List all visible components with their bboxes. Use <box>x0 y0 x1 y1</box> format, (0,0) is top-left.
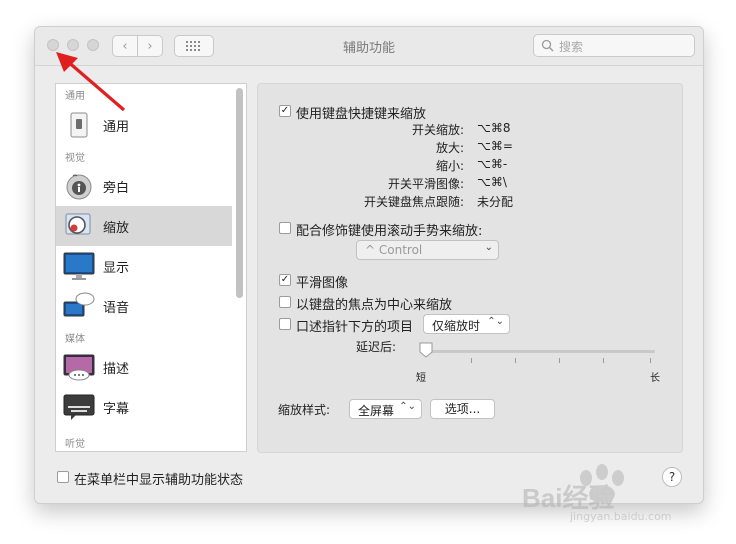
shortcut-toggle-zoom-value: ⌥⌘8 <box>477 121 511 135</box>
search-placeholder: 搜索 <box>559 40 584 54</box>
sidebar-item-label: 缩放 <box>103 221 130 236</box>
sidebar-item-label: 描述 <box>103 362 130 377</box>
speak-items-label: 口述指针下方的项目 <box>296 320 414 335</box>
delay-short-label: 短 <box>416 373 426 384</box>
sidebar-item-label: 旁白 <box>103 181 130 196</box>
show-status-label: 在菜单栏中显示辅助功能状态 <box>74 473 244 488</box>
options-button[interactable]: 选项... <box>430 399 495 419</box>
sidebar-item-voiceover[interactable]: 旁白 <box>56 166 232 206</box>
sidebar-item-label: 显示 <box>103 261 130 276</box>
smooth-images-checkbox[interactable]: ✓ <box>279 274 291 286</box>
updown-arrows-icon: ⌃⌄ <box>487 316 504 327</box>
sidebar-item-display[interactable]: 显示 <box>56 246 232 286</box>
zoom-icon <box>65 213 91 235</box>
title-bar: ‹ › 辅助功能 搜索 <box>35 27 703 66</box>
annotation-arrow-icon <box>56 52 126 112</box>
sidebar-item-speech[interactable]: 语音 <box>56 286 232 326</box>
sidebar-item-label: 语音 <box>103 301 130 316</box>
keyboard-shortcuts-checkbox[interactable]: ✓ <box>279 105 291 117</box>
keyboard-shortcuts-label: 使用键盘快捷键来缩放 <box>296 107 427 122</box>
delay-label: 延迟后: <box>356 340 397 354</box>
captions-icon <box>63 394 95 420</box>
show-status-checkbox[interactable] <box>57 471 69 483</box>
speak-items-popup[interactable]: 仅缩放时 ⌃⌄ <box>423 314 510 334</box>
sidebar-item-label: 通用 <box>103 120 130 135</box>
shortcut-toggle-zoom-label: 开关缩放: <box>411 123 464 137</box>
zoom-style-popup[interactable]: 全屏幕 ⌃⌄ <box>349 399 422 419</box>
slider-tick <box>515 358 516 363</box>
slider-tick <box>603 358 604 363</box>
sidebar-scrollbar[interactable] <box>236 88 243 298</box>
zoom-style-value: 全屏幕 <box>358 404 395 418</box>
search-icon <box>541 39 554 52</box>
chevron-down-icon: ⌄ <box>484 242 493 253</box>
watermark-logo: Bai经验 jingyan.baidu.com <box>516 464 696 528</box>
sidebar-header-media: 媒体 <box>65 334 85 345</box>
zoom-style-label: 缩放样式: <box>278 403 331 417</box>
accessibility-window: ‹ › 辅助功能 搜索 通用 通用 视觉 旁白 缩放 显示 语音 媒体 描述 字… <box>34 26 704 504</box>
slider-tick <box>650 358 651 363</box>
zoom-settings-panel: ✓ 使用键盘快捷键来缩放 开关缩放: ⌥⌘8 放大: ⌥⌘= 缩小: ⌥⌘- 开… <box>257 83 683 453</box>
sidebar-item-captions[interactable]: 字幕 <box>56 387 232 427</box>
watermark-subtext: jingyan.baidu.com <box>570 510 672 523</box>
category-sidebar[interactable]: 通用 通用 视觉 旁白 缩放 显示 语音 媒体 描述 字幕 听觉 <box>55 83 247 452</box>
shortcut-focus-label: 开关键盘焦点跟随: <box>363 195 464 209</box>
follow-focus-checkbox[interactable] <box>279 296 291 308</box>
shortcut-smooth-label: 开关平滑图像: <box>387 177 464 191</box>
sidebar-item-label: 字幕 <box>103 402 130 417</box>
sidebar-header-hearing: 听觉 <box>65 439 85 450</box>
descriptions-icon <box>63 354 95 381</box>
shortcut-smooth-value: ⌥⌘\ <box>477 175 507 189</box>
speak-items-checkbox[interactable] <box>279 318 291 330</box>
smooth-images-label: 平滑图像 <box>296 276 349 291</box>
slider-tick <box>471 358 472 363</box>
sidebar-item-descriptions[interactable]: 描述 <box>56 347 232 387</box>
shortcut-zoom-out-label: 缩小: <box>435 159 464 173</box>
updown-arrows-icon: ⌃⌄ <box>399 401 416 412</box>
scroll-gesture-label: 配合修饰键使用滚动手势来缩放: <box>296 224 483 239</box>
search-field[interactable]: 搜索 <box>533 34 695 57</box>
slider-tick <box>559 358 560 363</box>
delay-slider-thumb[interactable] <box>419 342 433 358</box>
shortcut-zoom-in-value: ⌥⌘= <box>477 139 513 153</box>
delay-long-label: 长 <box>650 373 660 384</box>
voiceover-icon <box>66 174 92 200</box>
sidebar-header-vision: 视觉 <box>65 153 85 164</box>
sidebar-item-zoom[interactable]: 缩放 <box>56 206 232 246</box>
display-icon <box>63 252 95 280</box>
shortcut-zoom-out-value: ⌥⌘- <box>477 157 508 171</box>
speak-items-popup-value: 仅缩放时 <box>432 319 481 333</box>
speech-icon <box>63 292 95 317</box>
shortcut-zoom-in-label: 放大: <box>435 141 464 155</box>
follow-focus-label: 以键盘的焦点为中心来缩放 <box>296 298 453 313</box>
shortcut-focus-value: 未分配 <box>477 195 514 209</box>
modifier-key-value: ^ Control <box>365 243 423 257</box>
modifier-key-popup[interactable]: ^ Control ⌄ <box>356 240 499 260</box>
delay-slider-track[interactable] <box>426 350 655 353</box>
scroll-gesture-checkbox[interactable] <box>279 222 291 234</box>
